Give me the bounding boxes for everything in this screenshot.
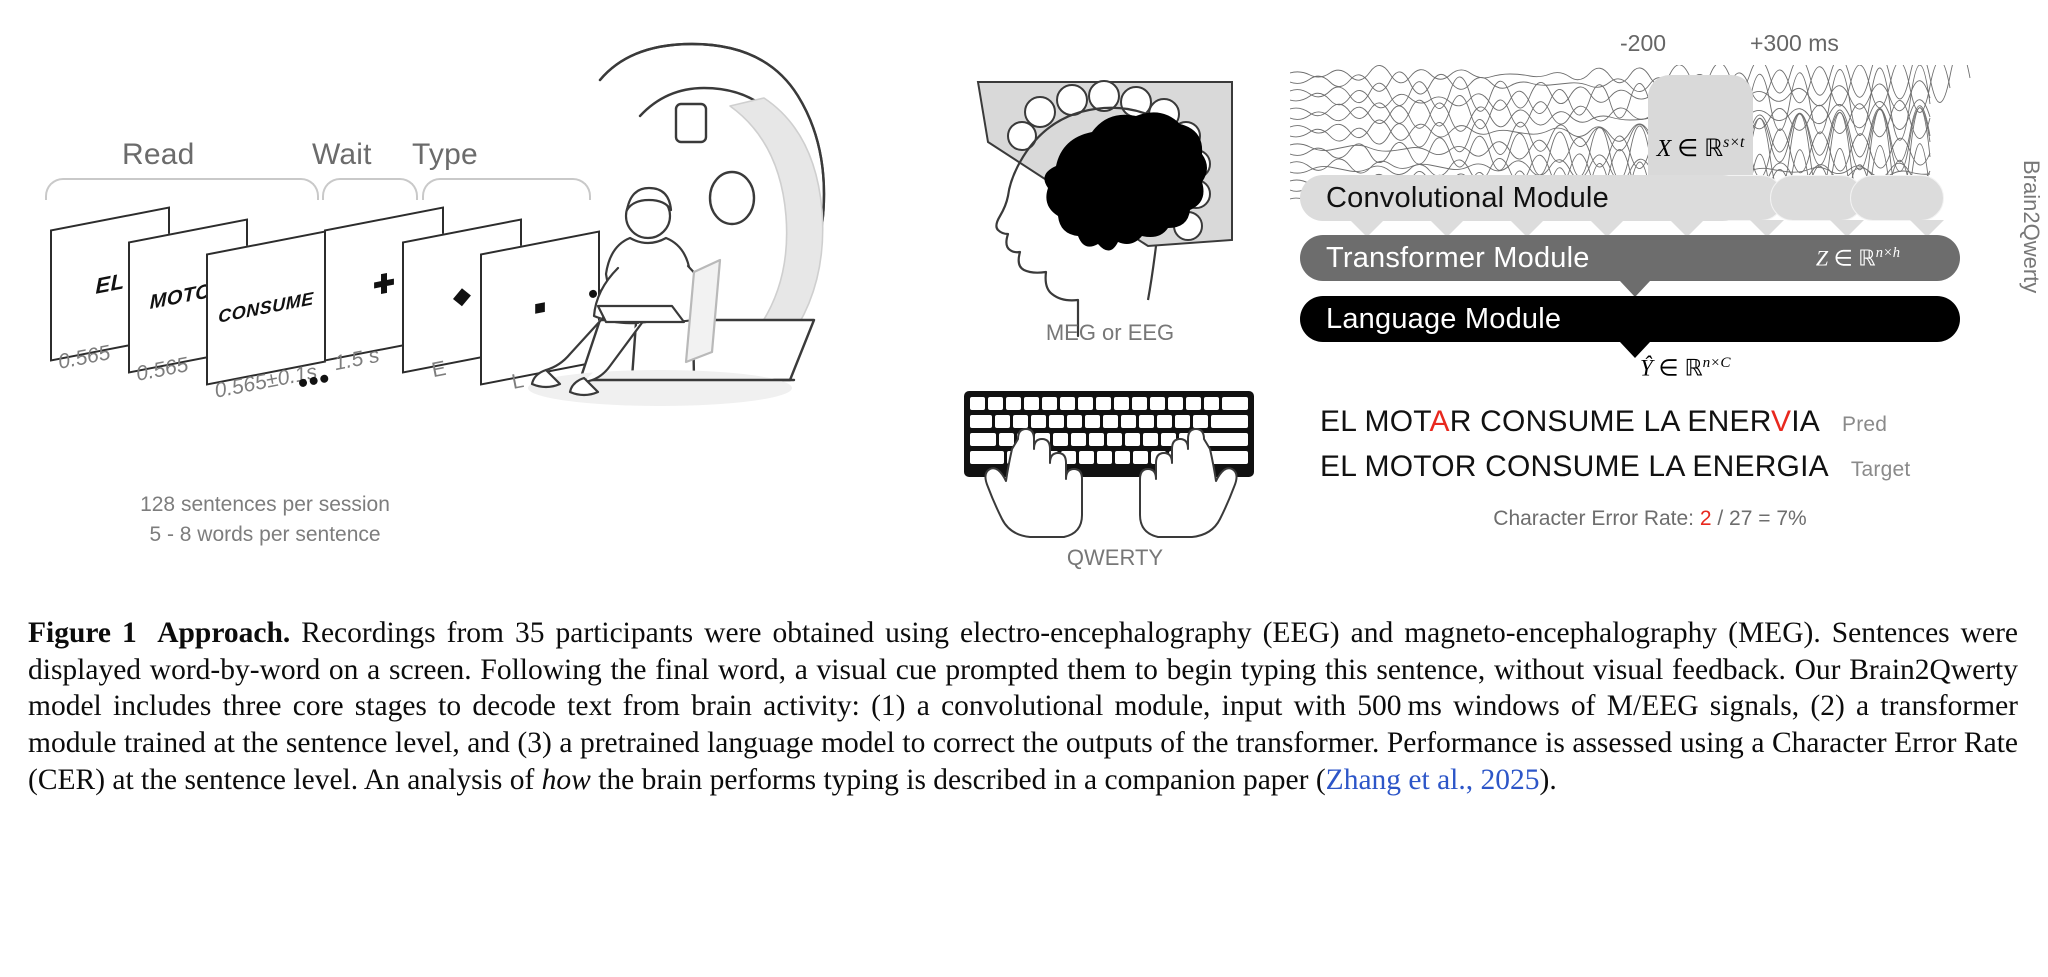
read-ellipsis: ••• xyxy=(295,362,333,399)
read-word-3: CONSUME xyxy=(218,288,314,327)
convolutional-module[interactable]: Convolutional Module xyxy=(1300,175,1745,221)
caption-figure-number: Figure 1 xyxy=(28,617,137,649)
protocol-note-line-1: 128 sentences per session xyxy=(140,493,390,516)
model-pipeline-panel: -200 +300 ms X ∈ ℝs×t Convolutional Modu… xyxy=(1290,30,2044,590)
protocol-note-line-2: 5 - 8 words per sentence xyxy=(149,523,381,547)
cer-formula: / 27 = 7% xyxy=(1717,507,1807,530)
qwerty-keyboard-illustration xyxy=(964,391,1254,538)
phase-label-wait: Wait xyxy=(312,138,372,171)
time-tick-end: +300 ms xyxy=(1750,30,1839,56)
phase-label-type: Type xyxy=(412,138,478,171)
protocol-notes: 128 sentences per session 5 - 8 words pe… xyxy=(40,490,490,551)
brace-read xyxy=(45,178,319,200)
transformer-arrow xyxy=(1620,281,1650,297)
conv-bubble-7 xyxy=(1850,175,1944,221)
target-tag: Target xyxy=(1850,458,1911,481)
keyboard-caption: QWERTY xyxy=(1066,545,1164,570)
input-equation-sup: s×t xyxy=(1723,133,1745,151)
prediction-prefix: EL MOT xyxy=(1320,405,1430,438)
prediction-error-2: V xyxy=(1771,405,1792,438)
language-module-label: Language Module xyxy=(1326,302,1562,335)
brain2qwerty-label: Brain2Qwerty xyxy=(2019,160,2044,294)
prediction-error-1: A xyxy=(1429,405,1450,438)
output-equation: Ŷ ∈ ℝn×C xyxy=(1640,354,1731,382)
head-caption: MEG or EEG xyxy=(1045,320,1175,345)
caption-italic-word: how xyxy=(541,763,591,796)
input-equation-var: X xyxy=(1656,135,1672,162)
output-equation-sup: n×C xyxy=(1702,354,1731,371)
transformer-module[interactable]: Transformer Module Z ∈ ℝn×h xyxy=(1300,235,1960,281)
target-text: EL MOTOR CONSUME LA ENERGIA xyxy=(1320,450,1829,483)
prediction-suffix: IA xyxy=(1791,405,1820,438)
cer-label: Character Error Rate: xyxy=(1493,507,1695,530)
prediction-tag: Pred xyxy=(1842,413,1888,436)
character-error-rate-row: Character Error Rate: 2 / 27 = 7% xyxy=(1320,507,1980,531)
prediction-middle: R CONSUME LA ENER xyxy=(1449,405,1772,438)
output-equation-var: Ŷ xyxy=(1640,355,1653,381)
transformer-equation: Z ∈ ℝn×h xyxy=(1815,244,1900,272)
caption-body-2: the brain performs typing is described i… xyxy=(590,763,1326,796)
figure-caption: Figure 1 Approach. Recordings from 35 pa… xyxy=(28,615,2018,799)
language-module[interactable]: Language Module xyxy=(1300,296,1960,342)
mri-scanner-illustration xyxy=(528,42,826,406)
prediction-row: EL MOTAR CONSUME LA ENERVIA Pred xyxy=(1320,405,1887,439)
time-tick-start: -200 xyxy=(1620,30,1667,56)
figure-illustration: Read Wait Type EL MOTOR CONSUME 0.565 0.… xyxy=(0,0,2048,600)
target-row: EL MOTOR CONSUME LA ENERGIA Target xyxy=(1320,450,1910,484)
convolutional-module-label: Convolutional Module xyxy=(1326,181,1609,214)
phase-label-read: Read xyxy=(122,138,195,171)
cer-errors: 2 xyxy=(1699,507,1712,530)
caption-title: Approach. xyxy=(157,617,291,649)
caption-citation-link[interactable]: Zhang et al., 2025 xyxy=(1326,764,1540,796)
meg-eeg-head-illustration xyxy=(976,80,1233,338)
transformer-module-label: Transformer Module xyxy=(1326,241,1590,274)
brace-wait xyxy=(322,178,418,200)
caption-body-3: ). xyxy=(1539,763,1557,796)
